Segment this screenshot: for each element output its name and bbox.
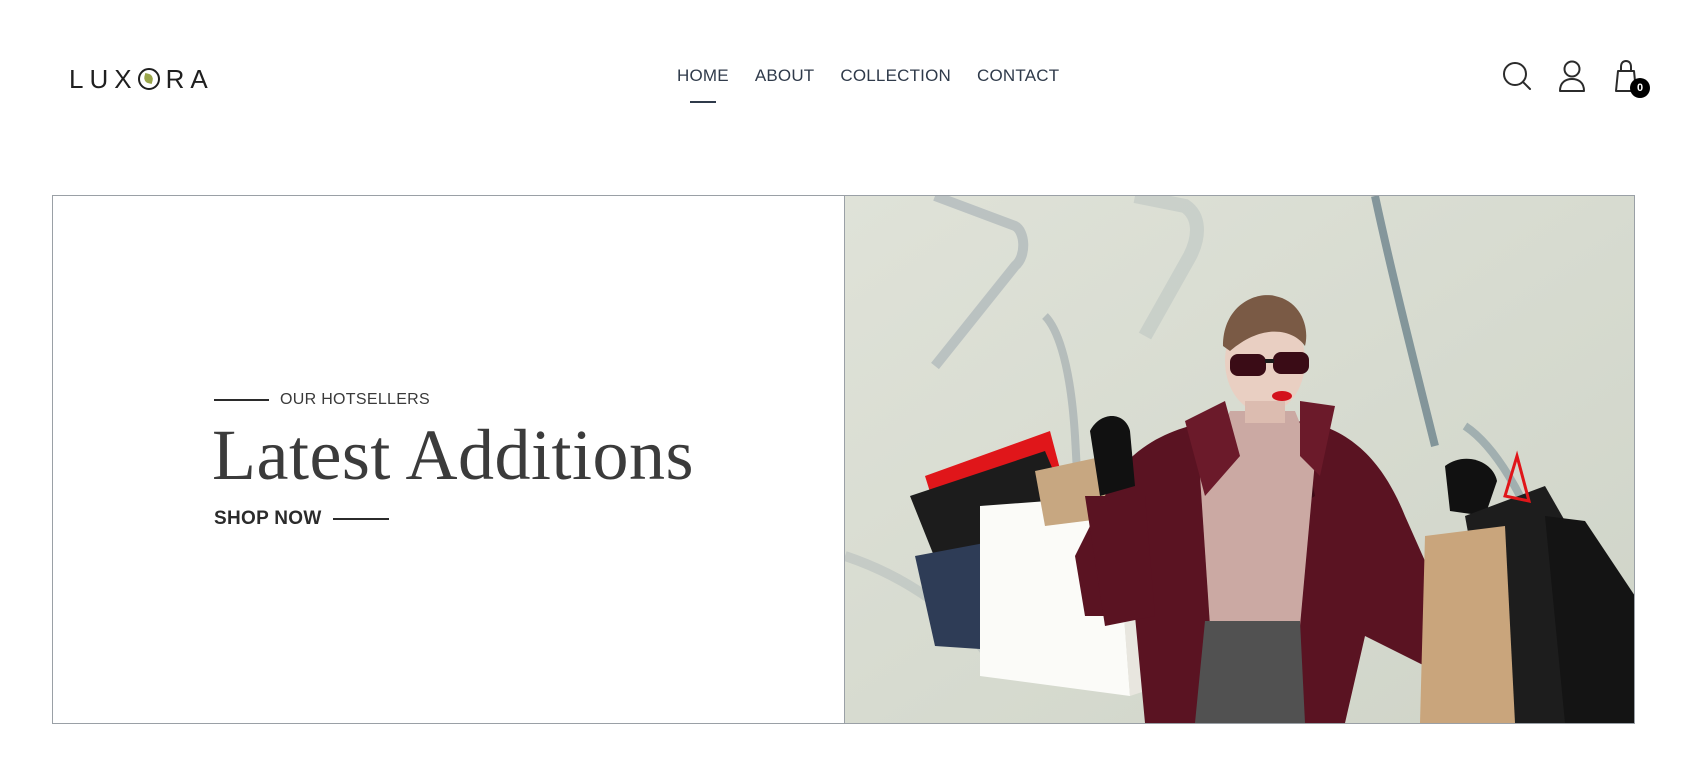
hero-image [844, 196, 1634, 723]
nav-item-home[interactable]: HOME [677, 66, 729, 86]
logo-leaf-icon [137, 68, 160, 90]
hero-banner: OUR HOTSELLERS Latest Additions SHOP NOW [52, 195, 1635, 724]
hero-headline: Latest Additions [212, 415, 694, 495]
eyebrow-rule [214, 399, 269, 401]
nav-item-collection[interactable]: COLLECTION [840, 66, 951, 86]
hero-eyebrow: OUR HOTSELLERS [214, 391, 430, 409]
hero-text-panel: OUR HOTSELLERS Latest Additions SHOP NOW [53, 196, 844, 723]
nav-item-about[interactable]: ABOUT [755, 66, 815, 86]
main-nav: HOME ABOUT COLLECTION CONTACT [677, 66, 1059, 86]
logo-text-right: RA [165, 63, 214, 94]
logo-text-left: LUX [69, 63, 138, 94]
user-icon[interactable] [1555, 58, 1589, 94]
woman-with-shopping-bags-photo [845, 196, 1634, 723]
site-header: LUX RA HOME ABOUT COLLECTION CONTACT 0 [0, 0, 1690, 160]
brand-logo[interactable]: LUX RA [69, 64, 214, 94]
shop-now-link[interactable]: SHOP NOW [214, 508, 389, 530]
header-actions: 0 [1490, 58, 1690, 98]
nav-item-contact[interactable]: CONTACT [977, 66, 1059, 86]
shop-now-label: SHOP NOW [214, 508, 322, 529]
search-icon[interactable] [1500, 58, 1534, 94]
cart-count-badge: 0 [1630, 78, 1650, 98]
eyebrow-text: OUR HOTSELLERS [280, 391, 431, 408]
shop-now-rule [332, 518, 389, 520]
